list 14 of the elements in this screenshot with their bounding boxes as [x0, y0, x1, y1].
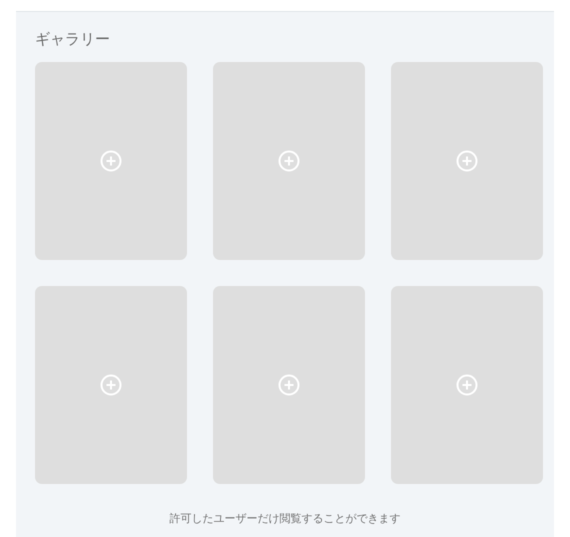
- add-icon: [278, 150, 300, 172]
- add-icon: [278, 374, 300, 396]
- add-icon: [456, 374, 478, 396]
- add-photo-slot[interactable]: [35, 286, 187, 484]
- add-icon: [100, 150, 122, 172]
- gallery-title: ギャラリー: [35, 30, 111, 50]
- add-icon: [456, 150, 478, 172]
- add-photo-slot[interactable]: [391, 286, 543, 484]
- add-photo-slot[interactable]: [391, 62, 543, 260]
- add-photo-slot[interactable]: [213, 286, 365, 484]
- add-icon: [100, 374, 122, 396]
- add-photo-slot[interactable]: [213, 62, 365, 260]
- visibility-note: 許可したユーザーだけ閲覧することができます: [168, 511, 402, 526]
- add-photo-slot[interactable]: [35, 62, 187, 260]
